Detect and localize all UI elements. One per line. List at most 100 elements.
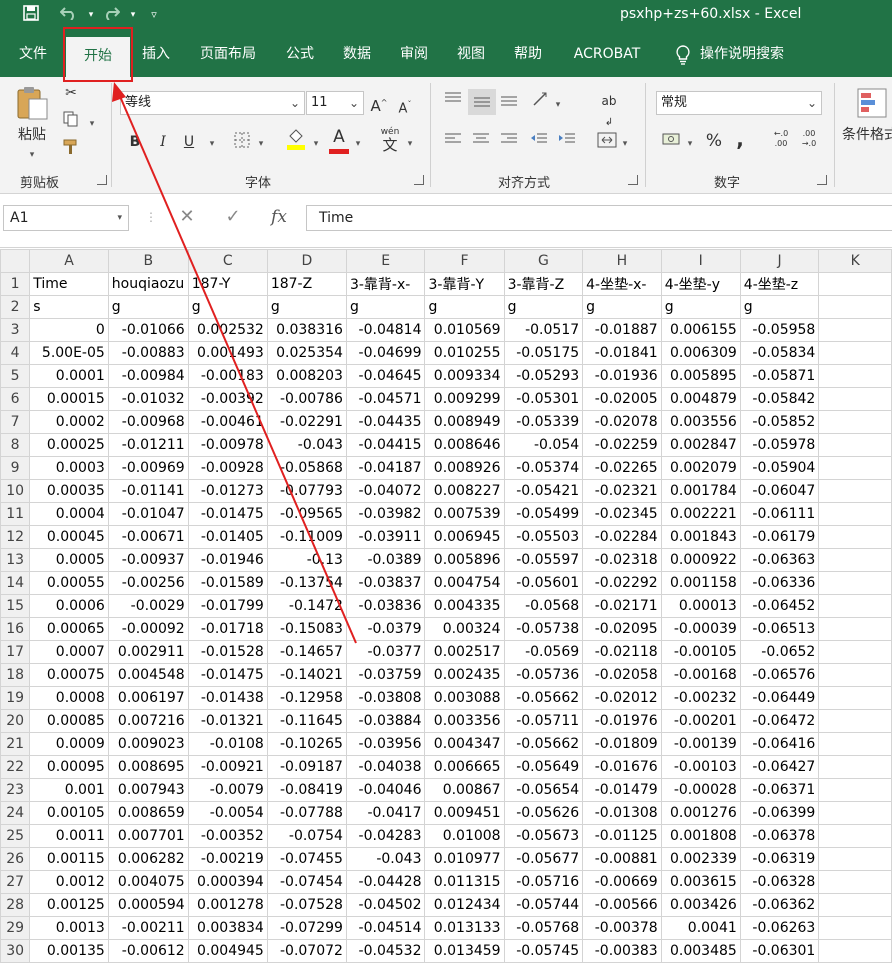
cell[interactable]: 0.0012 bbox=[29, 870, 109, 894]
cell[interactable]: 0.006665 bbox=[424, 755, 505, 779]
cell[interactable]: -0.05677 bbox=[503, 847, 584, 871]
cell[interactable] bbox=[818, 295, 892, 319]
cell[interactable]: -0.0379 bbox=[345, 617, 426, 641]
cell[interactable]: -0.06336 bbox=[739, 571, 820, 595]
cell[interactable]: -0.00168 bbox=[660, 663, 741, 687]
cell[interactable]: -0.00092 bbox=[107, 617, 189, 641]
cell[interactable]: -0.04532 bbox=[345, 939, 426, 963]
merge-dropdown-icon[interactable]: ▾ bbox=[619, 132, 631, 154]
decrease-indent-icon[interactable] bbox=[528, 132, 550, 152]
decrease-font-icon[interactable]: Aˇ bbox=[396, 95, 414, 119]
cell[interactable]: -0.07793 bbox=[266, 479, 347, 503]
cell[interactable]: 0.008949 bbox=[424, 410, 505, 434]
row-header[interactable]: 4 bbox=[0, 341, 31, 365]
row-header[interactable]: 1 bbox=[0, 272, 31, 296]
cell[interactable]: -0.00183 bbox=[187, 364, 268, 388]
cell[interactable]: 0.001276 bbox=[660, 801, 741, 825]
cell[interactable]: -0.08419 bbox=[266, 778, 347, 802]
cell[interactable] bbox=[818, 939, 892, 963]
cell[interactable]: -0.01125 bbox=[582, 824, 662, 848]
cell[interactable]: -0.0389 bbox=[345, 548, 426, 572]
cell[interactable]: -0.01936 bbox=[582, 364, 662, 388]
row-header[interactable]: 26 bbox=[0, 847, 31, 871]
cell[interactable]: 0.00125 bbox=[29, 893, 109, 917]
cell[interactable]: 0.003426 bbox=[660, 893, 741, 917]
cell[interactable]: -0.01946 bbox=[187, 548, 268, 572]
cell[interactable]: -0.00039 bbox=[660, 617, 741, 641]
cell[interactable]: -0.01032 bbox=[107, 387, 189, 411]
cell[interactable]: -0.07455 bbox=[266, 847, 347, 871]
column-header[interactable]: C bbox=[187, 249, 268, 273]
cell[interactable] bbox=[818, 893, 892, 917]
cell[interactable]: 0.003356 bbox=[424, 709, 505, 733]
cell[interactable] bbox=[818, 617, 892, 641]
align-center-icon[interactable] bbox=[470, 132, 492, 152]
row-header[interactable]: 28 bbox=[0, 893, 31, 917]
cell[interactable]: -0.01718 bbox=[187, 617, 268, 641]
cell[interactable]: 0.00324 bbox=[424, 617, 505, 641]
cell[interactable]: g bbox=[345, 295, 426, 319]
cell[interactable]: -0.01475 bbox=[187, 663, 268, 687]
cell[interactable]: -0.04699 bbox=[345, 341, 426, 365]
cell[interactable]: -0.06328 bbox=[739, 870, 820, 894]
cell[interactable]: -0.043 bbox=[345, 847, 426, 871]
cell[interactable]: -0.05499 bbox=[503, 502, 584, 526]
cell[interactable]: -0.04814 bbox=[345, 318, 426, 342]
cell[interactable]: -0.06179 bbox=[739, 525, 820, 549]
redo-dropdown-icon[interactable]: ▾ bbox=[122, 5, 144, 25]
cell[interactable]: -0.0108 bbox=[187, 732, 268, 756]
drag-handle-icon[interactable]: ⋮ bbox=[140, 205, 162, 229]
select-all-corner[interactable] bbox=[0, 249, 31, 273]
cell[interactable]: -0.09565 bbox=[266, 502, 347, 526]
cell[interactable]: -0.05711 bbox=[503, 709, 584, 733]
cell[interactable]: -0.03911 bbox=[345, 525, 426, 549]
cell[interactable]: -0.05601 bbox=[503, 571, 584, 595]
copy-icon[interactable] bbox=[60, 111, 82, 133]
cell[interactable]: -0.06363 bbox=[739, 548, 820, 572]
cell[interactable]: 0 bbox=[29, 318, 109, 342]
accounting-format-icon[interactable] bbox=[660, 132, 682, 152]
cell[interactable]: 0.0008 bbox=[29, 686, 109, 710]
cell[interactable]: -0.00383 bbox=[582, 939, 662, 963]
clipboard-launcher-icon[interactable] bbox=[97, 175, 107, 185]
cell[interactable]: -0.14021 bbox=[266, 663, 347, 687]
percent-button[interactable]: % bbox=[704, 131, 724, 151]
cell[interactable]: -0.06263 bbox=[739, 916, 820, 940]
fill-color-icon[interactable] bbox=[285, 127, 307, 155]
cell[interactable]: 0.001784 bbox=[660, 479, 741, 503]
cell[interactable]: 0.004879 bbox=[660, 387, 741, 411]
increase-decimal-icon[interactable]: ←.0.00 bbox=[770, 129, 792, 149]
cell[interactable]: -0.00978 bbox=[187, 433, 268, 457]
cell[interactable]: -0.05662 bbox=[503, 686, 584, 710]
cell[interactable]: Time bbox=[29, 272, 109, 296]
cell[interactable]: 0.010977 bbox=[424, 847, 505, 871]
cell[interactable]: -0.05597 bbox=[503, 548, 584, 572]
cell[interactable]: -0.05421 bbox=[503, 479, 584, 503]
column-header[interactable]: B bbox=[107, 249, 189, 273]
tab-help[interactable]: 帮助 bbox=[506, 31, 550, 77]
decrease-decimal-icon[interactable]: .00 →.0 bbox=[798, 129, 820, 149]
cell[interactable]: -0.07454 bbox=[266, 870, 347, 894]
cell[interactable]: 0.006197 bbox=[107, 686, 189, 710]
cell[interactable]: 0.0007 bbox=[29, 640, 109, 664]
cell[interactable]: -0.05768 bbox=[503, 916, 584, 940]
italic-button[interactable]: I bbox=[154, 132, 172, 152]
cell[interactable]: -0.03956 bbox=[345, 732, 426, 756]
cell[interactable]: -0.02284 bbox=[582, 525, 662, 549]
cell[interactable]: -0.06427 bbox=[739, 755, 820, 779]
cell[interactable]: -0.05626 bbox=[503, 801, 584, 825]
cell[interactable]: g bbox=[503, 295, 584, 319]
cell[interactable]: -0.06513 bbox=[739, 617, 820, 641]
cell[interactable]: -0.04415 bbox=[345, 433, 426, 457]
row-header[interactable]: 14 bbox=[0, 571, 31, 595]
cell[interactable]: -0.07299 bbox=[266, 916, 347, 940]
cell[interactable]: -0.05904 bbox=[739, 456, 820, 480]
cell[interactable]: 0.001493 bbox=[187, 341, 268, 365]
cell[interactable]: -0.00352 bbox=[187, 824, 268, 848]
row-header[interactable]: 21 bbox=[0, 732, 31, 756]
cell[interactable]: 4-坐垫-x- bbox=[582, 272, 662, 296]
cell[interactable]: -0.01676 bbox=[582, 755, 662, 779]
fill-color-dropdown-icon[interactable]: ▾ bbox=[310, 132, 322, 154]
cell[interactable]: -0.043 bbox=[266, 433, 347, 457]
cell[interactable]: -0.03982 bbox=[345, 502, 426, 526]
